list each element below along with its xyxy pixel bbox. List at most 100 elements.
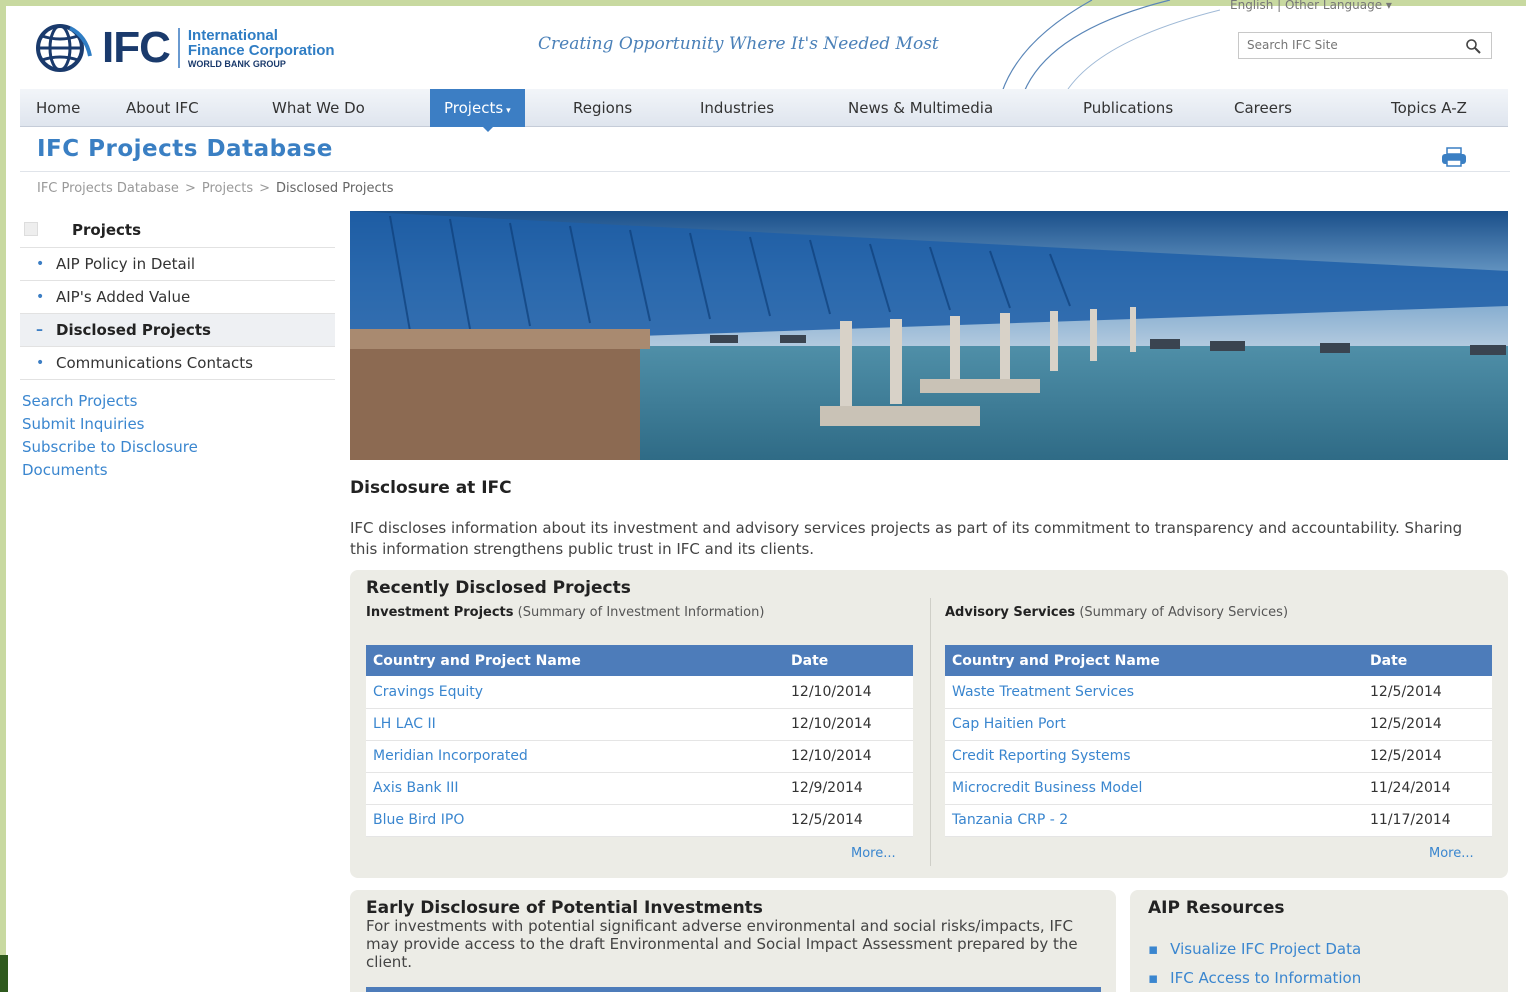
column-header-date[interactable]: Date — [784, 645, 913, 676]
logo-wordmark: IFC — [102, 23, 171, 72]
advisory-more-link[interactable]: More... — [1429, 846, 1474, 861]
breadcrumb-item[interactable]: Projects — [202, 181, 253, 196]
table-header-row: Country and Project Name Date — [366, 645, 913, 676]
active-nav-indicator — [482, 126, 494, 132]
sidebar-item-label: Disclosed Projects — [56, 321, 211, 339]
column-header-date[interactable]: Date — [1363, 645, 1492, 676]
sidebar-heading[interactable]: Projects — [20, 212, 335, 248]
table-row: Cap Haitien Port 12/5/2014 — [945, 708, 1492, 741]
title-divider — [20, 171, 1510, 172]
ifc-logo[interactable]: IFC International Finance Corporation WO… — [30, 22, 335, 74]
project-name-link[interactable]: Blue Bird IPO — [366, 804, 784, 837]
project-name-link[interactable]: Waste Treatment Services — [945, 676, 1363, 709]
search-icon[interactable] — [1465, 38, 1481, 54]
column-header-name[interactable]: Country and Project Name — [945, 645, 1363, 676]
logo-divider — [177, 28, 180, 68]
sidebar-item-label: AIP's Added Value — [56, 288, 191, 306]
sidebar-item-label: Communications Contacts — [56, 354, 253, 372]
bullet-icon: • — [36, 289, 45, 305]
investment-subheading: Investment Projects (Summary of Investme… — [366, 606, 836, 620]
breadcrumb-separator: > — [259, 181, 271, 196]
project-date: 12/5/2014 — [1363, 708, 1492, 741]
nav-projects-label: Projects — [444, 99, 504, 117]
investment-note[interactable]: (Summary of Investment Information) — [518, 605, 765, 620]
table-row: Credit Reporting Systems 12/5/2014 — [945, 740, 1492, 773]
early-table-header — [366, 987, 1101, 992]
project-date: 12/10/2014 — [784, 740, 913, 773]
disclosure-heading: Disclosure at IFC — [350, 478, 512, 498]
nav-publications[interactable]: Publications — [1083, 89, 1173, 127]
project-name-link[interactable]: Credit Reporting Systems — [945, 740, 1363, 773]
hero-image-pier — [350, 211, 1508, 460]
link-subscribe-disclosure[interactable]: Subscribe to Disclosure — [22, 436, 335, 459]
table-row: LH LAC II 12/10/2014 — [366, 708, 913, 741]
sidebar-item-disclosed-projects[interactable]: – Disclosed Projects — [20, 314, 335, 347]
main-navigation: Home About IFC What We Do Projects ▾ Regi… — [20, 89, 1508, 127]
nav-home[interactable]: Home — [36, 89, 80, 127]
bullet-icon: • — [36, 256, 45, 272]
site-search — [1238, 32, 1492, 59]
logo-line-1: International — [187, 26, 278, 44]
link-search-projects[interactable]: Search Projects — [22, 390, 335, 413]
tagline: Creating Opportunity Where It's Needed M… — [538, 34, 939, 54]
breadcrumb-separator: > — [184, 181, 196, 196]
early-disclosure-title: Early Disclosure of Potential Investment… — [366, 898, 763, 918]
project-name-link[interactable]: Cravings Equity — [366, 676, 784, 709]
sidebar-item-communications-contacts[interactable]: • Communications Contacts — [20, 347, 335, 380]
project-name-link[interactable]: Cap Haitien Port — [945, 708, 1363, 741]
investment-label: Investment Projects — [366, 605, 514, 620]
table-row: Waste Treatment Services 12/5/2014 — [945, 676, 1492, 709]
project-date: 12/5/2014 — [1363, 740, 1492, 773]
nav-about-ifc[interactable]: About IFC — [126, 89, 199, 127]
project-name-link[interactable]: Tanzania CRP - 2 — [945, 804, 1363, 837]
column-header-name[interactable]: Country and Project Name — [366, 645, 784, 676]
advisory-note[interactable]: (Summary of Advisory Services) — [1079, 605, 1288, 620]
project-date: 11/17/2014 — [1363, 804, 1492, 837]
early-disclosure-panel: Early Disclosure of Potential Investment… — [350, 890, 1116, 992]
sidebar-item-aip-added-value[interactable]: • AIP's Added Value — [20, 281, 335, 314]
recent-projects-panel: Recently Disclosed Projects Investment P… — [350, 570, 1508, 878]
dash-icon: – — [36, 322, 43, 338]
logo-text: International Finance Corporation WORLD … — [188, 28, 335, 69]
nav-topics-a-z[interactable]: Topics A-Z — [1391, 89, 1467, 127]
table-row: Blue Bird IPO 12/5/2014 — [366, 804, 913, 837]
aip-link-label: Visualize IFC Project Data — [1170, 940, 1362, 958]
project-name-link[interactable]: Axis Bank III — [366, 772, 784, 805]
globe-icon — [36, 24, 92, 72]
table-header-row: Country and Project Name Date — [945, 645, 1492, 676]
sidebar-item-aip-policy[interactable]: • AIP Policy in Detail — [20, 248, 335, 281]
link-submit-inquiries[interactable]: Submit Inquiries — [22, 413, 335, 436]
window-frame-corner — [0, 955, 8, 992]
sidebar: Projects • AIP Policy in Detail • AIP's Ad… — [20, 212, 335, 482]
chevron-down-icon: ▾ — [506, 106, 511, 116]
search-input[interactable] — [1247, 38, 1447, 52]
project-name-link[interactable]: Meridian Incorporated — [366, 740, 784, 773]
logo-line-3: WORLD BANK GROUP — [187, 58, 286, 69]
project-name-link[interactable]: Microcredit Business Model — [945, 772, 1363, 805]
aip-link-label: IFC Access to Information — [1170, 969, 1362, 987]
nav-what-we-do[interactable]: What We Do — [272, 89, 365, 127]
aip-resources-title: AIP Resources — [1148, 898, 1285, 918]
print-icon[interactable] — [1440, 146, 1468, 168]
project-name-link[interactable]: LH LAC II — [366, 708, 784, 741]
nav-projects[interactable]: Projects ▾ — [430, 89, 525, 127]
nav-careers[interactable]: Careers — [1234, 89, 1292, 127]
table-row: Microcredit Business Model 11/24/2014 — [945, 772, 1492, 805]
sidebar-item-label: AIP Policy in Detail — [56, 255, 196, 273]
logo-line-2: Finance Corporation — [187, 41, 335, 59]
bullet-icon: • — [36, 355, 45, 371]
advisory-subheading: Advisory Services (Summary of Advisory S… — [945, 606, 1485, 620]
header-swoosh-decoration — [1001, 0, 1220, 93]
language-selector[interactable]: English | Other Language ▾ — [1230, 0, 1392, 12]
table-row: Tanzania CRP - 2 11/17/2014 — [945, 804, 1492, 837]
nav-regions[interactable]: Regions — [573, 89, 632, 127]
aip-link-access-info[interactable]: ▪ IFC Access to Information — [1148, 969, 1361, 987]
site-header: IFC International Finance Corporation WO… — [20, 0, 1510, 93]
nav-news-multimedia[interactable]: News & Multimedia — [848, 89, 993, 127]
link-documents[interactable]: Documents — [22, 459, 335, 482]
aip-link-visualize[interactable]: ▪ Visualize IFC Project Data — [1148, 940, 1361, 958]
investment-more-link[interactable]: More... — [851, 846, 896, 861]
nav-industries[interactable]: Industries — [700, 89, 774, 127]
breadcrumb-item[interactable]: IFC Projects Database — [37, 181, 179, 196]
page-title: IFC Projects Database — [37, 136, 333, 162]
